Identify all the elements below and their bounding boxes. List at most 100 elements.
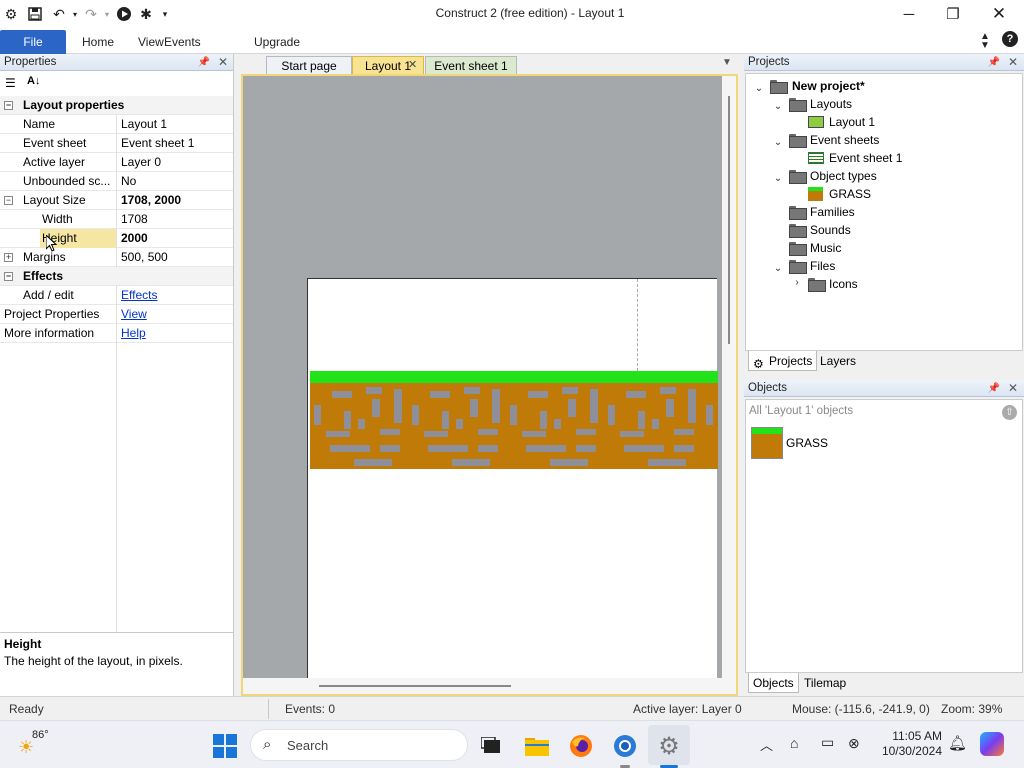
description-title: Height	[4, 637, 42, 651]
prop-value[interactable]: Layer 0	[121, 153, 161, 172]
tab-file[interactable]: File	[0, 30, 66, 54]
prop-row-project-properties[interactable]: Project Properties View	[0, 305, 233, 324]
tree-node-grass[interactable]: GRASS	[808, 185, 871, 203]
copilot-icon[interactable]	[980, 732, 1004, 756]
tree-node-project[interactable]: New project*	[770, 77, 865, 95]
prop-value[interactable]: 1708, 2000	[121, 191, 181, 210]
mouse-cursor-icon	[46, 235, 58, 252]
project-name: New project*	[792, 79, 865, 93]
chevron-down-icon[interactable]: ⌄	[773, 173, 783, 184]
collapse-icon[interactable]: −	[4, 101, 13, 110]
up-folder-icon[interactable]: ⇧	[1002, 405, 1017, 420]
close-tab-icon[interactable]: ✕	[408, 58, 417, 71]
layout-canvas[interactable]	[307, 278, 718, 678]
notification-bell-icon[interactable]: 🔔︎	[948, 734, 967, 752]
chevron-down-icon[interactable]: ⌄	[773, 263, 783, 274]
category-layout-properties[interactable]: − Layout properties	[0, 96, 233, 115]
tree-node-layout-1[interactable]: Layout 1	[808, 113, 875, 131]
tab-events[interactable]: Events	[154, 32, 211, 52]
windows-start-icon[interactable]	[212, 733, 238, 759]
minimize-button[interactable]: ─	[886, 0, 932, 28]
prop-row-layout-size[interactable]: − Layout Size 1708, 2000	[0, 191, 233, 210]
pin-icon[interactable]: 📌	[197, 54, 211, 71]
node-label: Families	[810, 205, 855, 219]
expand-icon[interactable]: +	[4, 253, 13, 262]
task-view-icon[interactable]	[478, 733, 504, 759]
tab-event-sheet-1[interactable]: Event sheet 1	[425, 56, 517, 74]
hscroll-thumb[interactable]	[319, 685, 511, 687]
object-item-grass[interactable]: GRASS	[751, 427, 871, 459]
tree-node-event-sheets[interactable]: Event sheets	[789, 131, 879, 149]
prop-row-width[interactable]: Width 1708	[0, 210, 233, 229]
tree-node-layouts[interactable]: Layouts	[789, 95, 852, 113]
help-icon[interactable]: ?	[1002, 31, 1018, 47]
tab-list-dropdown-icon[interactable]: ▼	[722, 57, 732, 68]
categorized-view-icon[interactable]: ☰	[5, 76, 16, 90]
weather-widget[interactable]: ☀ 86°	[16, 727, 56, 763]
prop-row-name[interactable]: Name Layout 1	[0, 115, 233, 134]
tree-node-icons[interactable]: Icons	[808, 275, 858, 293]
tab-home[interactable]: Home	[72, 32, 124, 52]
tab-start-page[interactable]: Start page	[266, 56, 352, 74]
prop-row-margins[interactable]: + Margins 500, 500	[0, 248, 233, 267]
view-link[interactable]: View	[121, 305, 147, 324]
firefox-icon[interactable]	[568, 733, 594, 759]
prop-value[interactable]: No	[121, 172, 136, 191]
close-button[interactable]: ✕	[976, 0, 1022, 28]
collapse-icon[interactable]: −	[4, 272, 13, 281]
tree-node-music[interactable]: Music	[789, 239, 841, 257]
tab-objects[interactable]: Objects	[748, 673, 799, 693]
layout-horizontal-scrollbar[interactable]	[243, 678, 736, 694]
tree-node-object-types[interactable]: Object types	[789, 167, 877, 185]
sort-alphabetical-icon[interactable]: A↓	[27, 75, 40, 87]
chevron-down-icon[interactable]: ⌄	[773, 101, 783, 112]
chrome-icon[interactable]	[612, 733, 638, 759]
network-icon[interactable]: ⌂	[790, 735, 798, 751]
chevron-right-icon[interactable]: ›	[792, 277, 802, 288]
chevron-down-icon[interactable]: ⌄	[773, 137, 783, 148]
vscroll-thumb[interactable]	[728, 96, 730, 344]
prop-row-unbounded-scrolling[interactable]: Unbounded sc... No	[0, 172, 233, 191]
volume-muted-icon[interactable]: ⊗	[848, 735, 860, 752]
tab-upgrade[interactable]: Upgrade	[244, 32, 310, 52]
projects-bottom-tabs: ⚙ Projects Layers	[746, 351, 1022, 371]
prop-row-more-information[interactable]: More information Help	[0, 324, 233, 343]
close-panel-icon[interactable]: ✕	[1006, 380, 1020, 397]
prop-row-height[interactable]: Height 2000	[0, 229, 233, 248]
restore-button[interactable]: ❐	[930, 0, 976, 28]
effects-link[interactable]: Effects	[121, 286, 157, 305]
prop-value[interactable]: 2000	[121, 229, 148, 248]
pin-icon[interactable]: 📌	[987, 380, 1001, 397]
prop-row-active-layer[interactable]: Active layer Layer 0	[0, 153, 233, 172]
close-panel-icon[interactable]: ✕	[216, 54, 230, 71]
tree-node-families[interactable]: Families	[789, 203, 855, 221]
layout-vertical-scrollbar[interactable]	[722, 76, 736, 678]
pin-icon[interactable]: 📌	[987, 54, 1001, 71]
ribbon-scroll-updown-icon[interactable]: ▲ ▼	[980, 32, 990, 51]
taskbar-search-box[interactable]: ⌕ Search	[250, 729, 468, 761]
prop-value[interactable]: Event sheet 1	[121, 134, 194, 153]
grass-object[interactable]	[310, 371, 718, 469]
tab-tilemap[interactable]: Tilemap	[800, 673, 850, 693]
tree-node-event-sheet-1[interactable]: Event sheet 1	[808, 149, 902, 167]
prop-value[interactable]: 500, 500	[121, 248, 168, 267]
file-explorer-icon[interactable]	[524, 733, 550, 759]
show-hidden-icons-chevron-up-icon[interactable]: ︿	[760, 735, 773, 754]
collapse-icon[interactable]: −	[4, 196, 13, 205]
tab-projects[interactable]: ⚙ Projects	[748, 351, 818, 371]
prop-value[interactable]: 1708	[121, 210, 148, 229]
help-link[interactable]: Help	[121, 324, 146, 343]
clock[interactable]: 11:05 AM 10/30/2024	[872, 729, 942, 759]
prop-row-event-sheet[interactable]: Event sheet Event sheet 1	[0, 134, 233, 153]
construct-2-taskbar-icon[interactable]: ⚙	[656, 733, 682, 760]
prop-value[interactable]: Layout 1	[121, 115, 167, 134]
chevron-down-icon[interactable]: ⌄	[754, 83, 764, 94]
display-icon[interactable]: ▭	[821, 734, 834, 751]
tree-node-sounds[interactable]: Sounds	[789, 221, 851, 239]
layout-view[interactable]	[241, 74, 738, 696]
prop-row-add-edit[interactable]: Add / edit Effects	[0, 286, 233, 305]
close-panel-icon[interactable]: ✕	[1006, 54, 1020, 71]
category-effects[interactable]: − Effects	[0, 267, 233, 286]
tree-node-files[interactable]: Files	[789, 257, 835, 275]
tab-layers[interactable]: Layers	[816, 351, 860, 371]
